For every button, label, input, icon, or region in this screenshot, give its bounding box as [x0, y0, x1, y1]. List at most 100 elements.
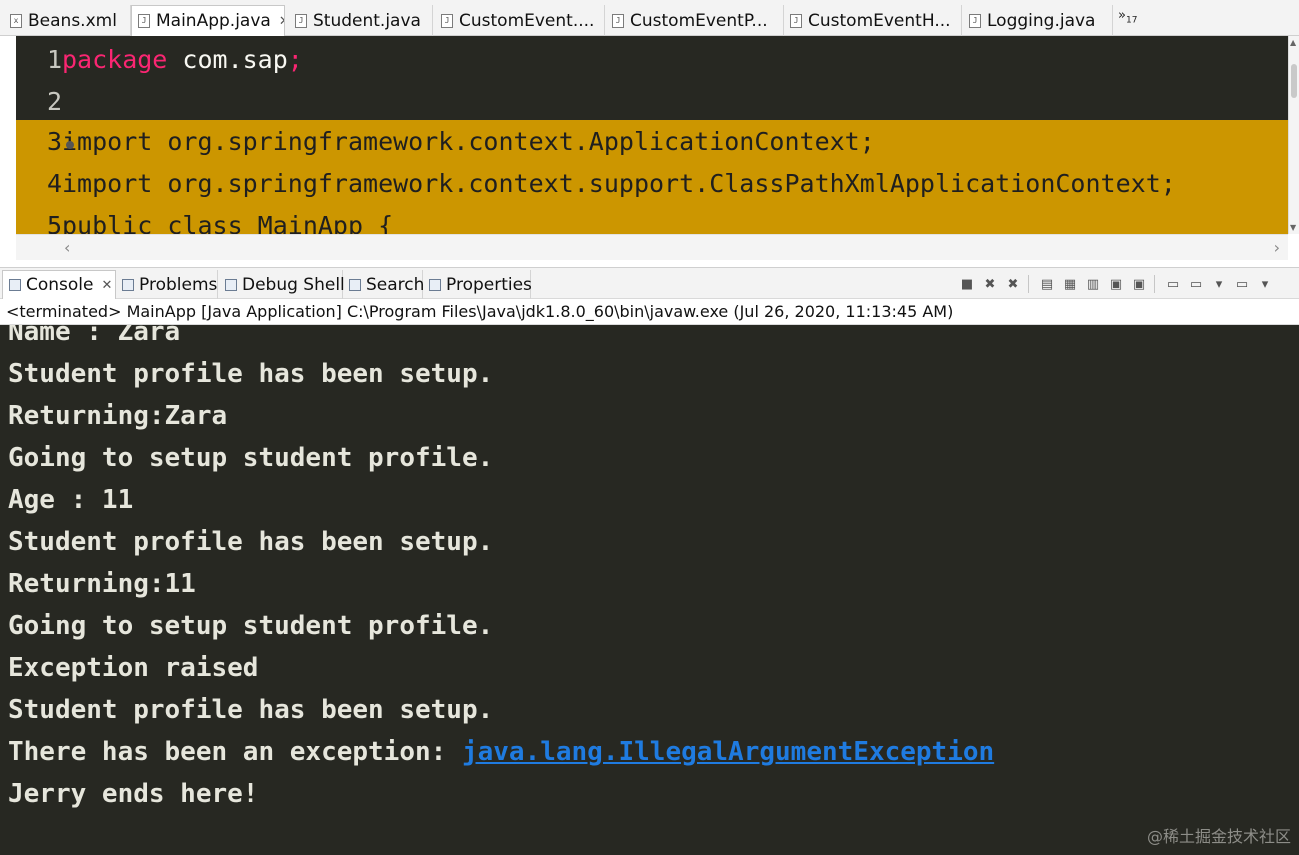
remove-launch-icon[interactable]: ✖ — [980, 274, 1000, 294]
properties-icon — [429, 278, 441, 291]
tab-customeventh[interactable]: J CustomEventH... — [784, 5, 962, 36]
console-line: Student profile has been setup. — [8, 695, 494, 725]
line-number: 3● — [16, 126, 74, 156]
java-file-icon: J — [295, 13, 307, 28]
tab-logging-java[interactable]: J Logging.java — [963, 5, 1113, 36]
java-file-icon: J — [969, 13, 981, 28]
show-console-stderr-icon[interactable]: ▣ — [1129, 274, 1149, 294]
java-file-icon: J — [790, 13, 802, 28]
tab-mainapp-java[interactable]: J MainApp.java ✕ — [131, 5, 285, 36]
java-file-icon: J — [612, 13, 624, 28]
code-text: import org.springframework.context.suppo… — [62, 168, 1176, 198]
console-line: Returning:Zara — [8, 401, 228, 431]
tab-label: Properties — [446, 274, 532, 295]
line-number: 1 — [46, 44, 62, 74]
java-file-icon: J — [441, 13, 453, 28]
tab-label: Console — [26, 275, 94, 295]
scroll-up-icon[interactable]: ▲ — [1290, 38, 1296, 47]
search-icon — [349, 278, 361, 291]
tab-search[interactable]: Search — [343, 270, 425, 299]
tab-label: Search — [366, 274, 425, 295]
tab-student-java[interactable]: J Student.java — [289, 5, 433, 36]
open-console-icon[interactable]: ▭ — [1232, 274, 1252, 294]
tab-beans-xml[interactable]: x Beans.xml — [4, 5, 131, 36]
tab-label: Beans.xml — [28, 10, 117, 31]
show-console-stdout-icon[interactable]: ▣ — [1106, 274, 1126, 294]
tab-properties[interactable]: Properties — [423, 270, 532, 299]
clear-console-icon[interactable]: ▤ — [1037, 274, 1057, 294]
console-status-line: <terminated> MainApp [Java Application] … — [0, 299, 1299, 325]
terminate-icon[interactable]: ■ — [957, 274, 977, 294]
toolbar-separator — [1154, 275, 1155, 293]
scroll-thumb[interactable] — [1291, 64, 1297, 98]
keyword-package: package — [62, 44, 168, 74]
tab-label: CustomEventH... — [808, 10, 951, 31]
tab-label: Student.java — [313, 10, 421, 31]
exception-prefix: There has been an exception: — [8, 737, 462, 767]
tab-label: CustomEvent.... — [459, 10, 595, 31]
xml-file-icon: x — [10, 13, 22, 28]
console-line: Going to setup student profile. — [8, 611, 494, 641]
code-line-1: 1 package com.sap; — [16, 38, 1288, 80]
console-line: Going to setup student profile. — [8, 443, 494, 473]
code-line-4: 4 import org.springframework.context.sup… — [16, 162, 1288, 204]
console-icon — [9, 279, 21, 291]
code-text: import org.springframework.context.Appli… — [62, 126, 875, 156]
tab-label: CustomEventP... — [630, 10, 768, 31]
editor-horizontal-scrollbar[interactable]: ‹ › — [16, 234, 1288, 260]
tab-label: Debug Shell — [242, 274, 345, 295]
console-line: Student profile has been setup. — [8, 359, 494, 389]
toolbar-separator — [1028, 275, 1029, 293]
display-selected-console-icon[interactable]: ▭ — [1186, 274, 1206, 294]
console-line: Student profile has been setup. — [8, 527, 494, 557]
tab-customeventp[interactable]: J CustomEventP... — [606, 5, 784, 36]
console-line: Age : 11 — [8, 485, 134, 515]
line-number: 4 — [46, 168, 62, 198]
tab-overflow-button[interactable]: »17 — [1118, 8, 1137, 26]
java-file-icon: J — [138, 14, 150, 28]
tab-label: MainApp.java — [156, 11, 271, 31]
code-editor[interactable]: 1 package com.sap; 2 3● import org.sprin… — [16, 36, 1288, 234]
console-line: Name : Zara — [8, 325, 181, 347]
close-icon[interactable]: ✕ — [279, 14, 284, 29]
scroll-right-icon[interactable]: › — [1274, 238, 1280, 257]
editor-vertical-scrollbar[interactable]: ▲ ▼ — [1288, 36, 1299, 234]
console-toolbar: ■ ✖ ✖ ▤ ▦ ▥ ▣ ▣ ▭ ▭ ▾ ▭ ▾ — [954, 272, 1275, 296]
console-line: Jerry ends here! — [8, 779, 259, 809]
code-text: public class MainApp { — [62, 210, 394, 235]
tab-debug-shell[interactable]: Debug Shell — [219, 270, 345, 299]
semicolon: ; — [287, 44, 303, 74]
line-number: 5 — [46, 210, 62, 235]
code-line-5: 5 public class MainApp { — [16, 204, 1288, 234]
line-number-text: 3 — [46, 126, 62, 156]
tab-customevent[interactable]: J CustomEvent.... — [435, 5, 605, 36]
problems-icon — [122, 278, 134, 291]
dropdown-chevron-icon[interactable]: ▾ — [1209, 274, 1229, 294]
code-line-3: 3● import org.springframework.context.Ap… — [16, 120, 1288, 162]
tab-label: Problems — [139, 274, 218, 295]
word-wrap-icon[interactable]: ▥ — [1083, 274, 1103, 294]
scroll-lock-icon[interactable]: ▦ — [1060, 274, 1080, 294]
console-output[interactable]: Name : Zara Student profile has been set… — [0, 325, 1299, 855]
remove-all-launches-icon[interactable]: ✖ — [1003, 274, 1023, 294]
view-tab-bar: Console ✕ Problems Debug Shell Search Pr… — [0, 267, 1299, 299]
close-icon[interactable]: ✕ — [102, 278, 113, 293]
view-menu-icon[interactable]: ▾ — [1255, 274, 1275, 294]
scroll-down-icon[interactable]: ▼ — [1290, 223, 1296, 232]
console-line: Returning:11 — [8, 569, 196, 599]
fold-marker-icon[interactable]: ● — [66, 140, 74, 149]
overflow-chevron-icon: » — [1118, 8, 1126, 23]
tab-problems[interactable]: Problems — [116, 270, 218, 299]
console-line: Exception raised — [8, 653, 259, 683]
debug-shell-icon — [225, 278, 237, 291]
pin-console-icon[interactable]: ▭ — [1163, 274, 1183, 294]
package-name: com.sap — [167, 44, 288, 74]
scroll-left-icon[interactable]: ‹ — [64, 238, 70, 257]
console-line-exception: There has been an exception: java.lang.I… — [8, 731, 994, 773]
code-line-2: 2 — [16, 80, 1288, 122]
editor-tab-bar: x Beans.xml J MainApp.java ✕ J Student.j… — [0, 0, 1299, 36]
exception-link[interactable]: java.lang.IllegalArgumentException — [462, 737, 994, 767]
tab-console[interactable]: Console ✕ — [2, 270, 116, 299]
line-number: 2 — [46, 86, 62, 116]
watermark: @稀土掘金技术社区 — [1146, 827, 1291, 846]
